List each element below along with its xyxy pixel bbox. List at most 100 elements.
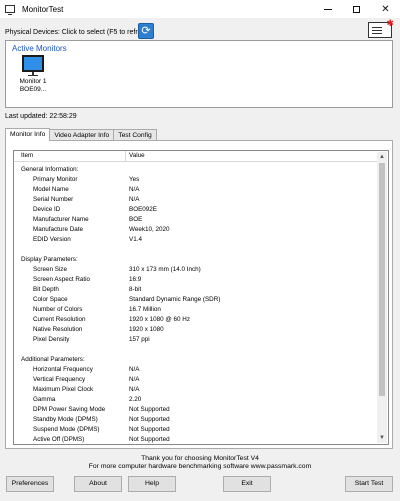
list-item-value: Not Supported [129, 416, 170, 423]
scrollbar-thumb[interactable] [379, 163, 385, 396]
list-item[interactable]: Manufacture Date Week10, 2020 [14, 225, 378, 235]
vertical-scrollbar[interactable]: ▲ ▼ [377, 152, 387, 443]
list-item-name: Screen Size [33, 266, 67, 273]
list-item-name: Vertical Frequency [33, 376, 86, 383]
list-item[interactable]: Number of Colors 16.7 Million [14, 305, 378, 315]
list-item-name: Additional Parameters: [21, 356, 85, 363]
chevron-up-icon[interactable]: ▲ [377, 152, 387, 162]
list-item[interactable]: Active Off (DPMS) Not Supported [14, 435, 378, 444]
list-item-name: Current Resolution [33, 316, 86, 323]
list-item-name: Manufacture Date [33, 226, 84, 233]
list-item[interactable]: Color Space Standard Dynamic Range (SDR) [14, 295, 378, 305]
column-header-item[interactable]: Item [21, 151, 33, 161]
list-item[interactable]: Primary Monitor Yes [14, 175, 378, 185]
list-item-name: Screen Aspect Ratio [33, 276, 91, 283]
list-item-name: Horizontal Frequency [33, 366, 93, 373]
list-item[interactable]: Screen Aspect Ratio 16:9 [14, 275, 378, 285]
list-item-value: N/A [129, 186, 140, 193]
list-item[interactable]: Suspend Mode (DPMS) Not Supported [14, 425, 378, 435]
list-item-value: Not Supported [129, 436, 170, 443]
list-item-value: Yes [129, 176, 140, 183]
list-item-name: General Information: [21, 166, 79, 173]
list-item[interactable] [14, 345, 378, 355]
list-item[interactable]: Model Name N/A [14, 185, 378, 195]
list-item[interactable]: Bit Depth 8-bit [14, 285, 378, 295]
list-item-name: Bit Depth [33, 286, 59, 293]
monitor-item[interactable]: Monitor 1 BOE09... [16, 55, 50, 101]
preferences-button[interactable]: Preferences [6, 476, 54, 492]
list-item[interactable]: Horizontal Frequency N/A [14, 365, 378, 375]
list-item-name: Pixel Density [33, 336, 70, 343]
list-item[interactable]: Device ID BOE092E [14, 205, 378, 215]
list-item[interactable]: Vertical Frequency N/A [14, 375, 378, 385]
monitor-info-panel: Item Value General Information: Primary M… [5, 140, 393, 449]
list-item-value: Not Supported [129, 406, 170, 413]
maximize-button[interactable] [342, 0, 371, 18]
close-button[interactable]: ✕ [371, 0, 400, 18]
list-item-name: EDID Version [33, 236, 71, 243]
list-item-name: Manufacturer Name [33, 216, 89, 223]
refresh-button[interactable]: ⟳ [138, 23, 154, 39]
about-button[interactable]: About [74, 476, 122, 492]
list-item[interactable]: Screen Size 310 x 173 mm (14.0 Inch) [14, 265, 378, 275]
column-header-value[interactable]: Value [129, 151, 145, 161]
list-item[interactable]: Serial Number N/A [14, 195, 378, 205]
tab-monitor-info[interactable]: Monitor Info [5, 128, 51, 141]
start-test-button[interactable]: Start Test [345, 476, 393, 492]
list-item-name: Primary Monitor [33, 176, 78, 183]
monitor-icon [5, 5, 15, 15]
list-item-value: Not Supported [129, 426, 170, 433]
list-item[interactable]: Pixel Density 157 ppi [14, 335, 378, 345]
list-item-value: 16:9 [129, 276, 142, 283]
list-item-name: Number of Colors [33, 306, 83, 313]
window-title: MonitorTest [22, 4, 64, 14]
list-item[interactable] [14, 245, 378, 255]
list-item[interactable]: DPM Power Saving Mode Not Supported [14, 405, 378, 415]
chevron-down-icon[interactable]: ▼ [377, 433, 387, 443]
list-item-name: Serial Number [33, 196, 74, 203]
minimize-icon [323, 8, 332, 10]
list-item-value: 310 x 173 mm (14.0 Inch) [129, 266, 201, 273]
list-item[interactable]: Current Resolution 1920 x 1080 @ 60 Hz [14, 315, 378, 325]
list-item[interactable]: Maximum Pixel Clock N/A [14, 385, 378, 395]
list-item-name: Native Resolution [33, 326, 83, 333]
help-button[interactable]: Help [128, 476, 176, 492]
minimize-button[interactable] [313, 0, 342, 18]
list-item[interactable]: EDID Version V1.4 [14, 235, 378, 245]
list-item-name: Device ID [33, 206, 61, 213]
refresh-icon: ⟳ [141, 25, 151, 37]
window-controls: ✕ [313, 0, 400, 18]
list-item-value: V1.4 [129, 236, 142, 243]
list-item[interactable]: Display Parameters: [14, 255, 378, 265]
list-item-value: BOE092E [129, 206, 158, 213]
list-item[interactable]: Manufacturer Name BOE [14, 215, 378, 225]
preferences-icon[interactable] [368, 18, 394, 38]
monitor-info-list[interactable]: Item Value General Information: Primary M… [13, 150, 389, 445]
list-item-name: Gamma [33, 396, 56, 403]
physical-devices-label: Physical Devices: Click to select (F5 to… [5, 28, 152, 36]
list-item[interactable]: General Information: [14, 165, 378, 175]
list-item-value: N/A [129, 196, 140, 203]
list-item-value: Week10, 2020 [129, 226, 170, 233]
list-item-value: BOE [129, 216, 143, 223]
active-monitors-title: Active Monitors [12, 44, 67, 53]
list-item-name: DPM Power Saving Mode [33, 406, 106, 413]
list-item-value: N/A [129, 366, 140, 373]
list-item-name: Display Parameters: [21, 256, 78, 263]
list-item[interactable]: Additional Parameters: [14, 355, 378, 365]
footer-website: For more computer hardware benchmarking … [88, 463, 312, 470]
list-item-value: 2.20 [129, 396, 142, 403]
list-item-name: Color Space [33, 296, 68, 303]
list-item-value: N/A [129, 386, 140, 393]
list-item-value: 8-bit [129, 286, 142, 293]
list-item-name: Standby Mode (DPMS) [33, 416, 98, 423]
monitor-name: Monitor 1 [19, 78, 47, 85]
list-item[interactable]: Standby Mode (DPMS) Not Supported [14, 415, 378, 425]
list-item[interactable]: Native Resolution 1920 x 1080 [14, 325, 378, 335]
list-item-name: Suspend Mode (DPMS) [33, 426, 100, 433]
footer-thanks: Thank you for choosing MonitorTest V4 [141, 455, 259, 462]
exit-button[interactable]: Exit [223, 476, 271, 492]
list-item-value: 157 ppi [129, 336, 150, 343]
footer-text: Thank you for choosing MonitorTest V4 Fo… [0, 455, 400, 471]
list-item[interactable]: Gamma 2.20 [14, 395, 378, 405]
